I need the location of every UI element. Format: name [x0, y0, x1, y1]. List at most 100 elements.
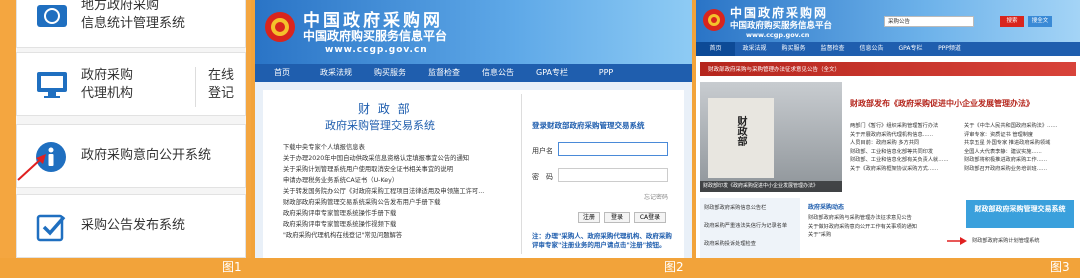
- fulltext-search-button[interactable]: 搜全文: [1028, 16, 1052, 27]
- national-emblem-icon: [265, 12, 295, 42]
- quick-link[interactable]: 政府采购投诉处理检查: [704, 240, 796, 249]
- news-link[interactable]: 关于《政府采购框架协议采购方式……: [850, 165, 962, 174]
- notice-link[interactable]: 政府采购评审专家管理系统操作视频下载: [283, 219, 519, 230]
- nav-item[interactable]: 监督检查: [813, 42, 852, 56]
- notice-link[interactable]: 关于办理2020年中国自动供政采信息资格认定填报事宜公告的通知: [283, 153, 519, 164]
- system-title: 政府采购管理交易系统: [325, 119, 435, 132]
- site-logo-subtitle: 中国政府购买服务信息平台: [730, 21, 833, 31]
- nav-item[interactable]: GPA专栏: [525, 64, 579, 82]
- notice-link[interactable]: 下载中央专家个人填报信息表: [283, 142, 519, 153]
- figure-2-panel: 中国政府采购网 中国政府购买服务信息平台 www.ccgp.gov.cn 首页 …: [255, 0, 692, 258]
- red-pointer-arrow: [17, 154, 46, 181]
- news-link[interactable]: 两部门《暂行》组织采购管理暂行办法: [850, 122, 962, 131]
- nav-item[interactable]: 政采法规: [735, 42, 774, 56]
- quick-link[interactable]: 政府采购严重违法失信行为记录名单: [704, 222, 796, 231]
- card-agency-registration[interactable]: 政府采购 代理机构 在线 登记: [16, 52, 246, 116]
- login-box: 登录财政部政府采购管理交易系统 用户名 密 码 忘记密码 注册 登录 CA登录 …: [521, 94, 679, 254]
- news-link[interactable]: 财政部将积极推进政府采购工作……: [964, 156, 1076, 165]
- news-list-left: 两部门《暂行》组织采购管理暂行办法 关于开展政府采购代理机构信息…… 人员目前：…: [850, 122, 962, 174]
- news-photo[interactable]: 财政部 财政部印发《政府采购促进中小企业发展管理办法》: [700, 82, 842, 192]
- side-line1: 在线: [208, 68, 235, 83]
- nav-item[interactable]: 政采法规: [309, 64, 363, 82]
- monitor-icon: [37, 72, 67, 98]
- site-header: 中国政府采购网 中国政府购买服务信息平台 www.ccgp.gov.cn: [255, 0, 692, 64]
- site-url: www.ccgp.gov.cn: [746, 31, 810, 39]
- dynamics-title: 政府采购动态: [808, 204, 845, 211]
- news-link[interactable]: 关于《中华人民共和国政府采购法》……: [964, 122, 1076, 131]
- ca-login-button[interactable]: CA登录: [634, 212, 666, 223]
- red-pointer-arrow: [947, 237, 967, 245]
- figure-3-panel: 中国政府采购网 中国政府购买服务信息平台 www.ccgp.gov.cn 采购公…: [696, 0, 1080, 258]
- site-header: 中国政府采购网 中国政府购买服务信息平台 www.ccgp.gov.cn 采购公…: [696, 0, 1080, 42]
- card0-title-line2: 信息统计管理系统: [81, 16, 186, 31]
- news-link[interactable]: 财政部、工业和信息化部有关负责人就……: [850, 156, 962, 165]
- announcement-banner[interactable]: 财政部政府采购与采购管理办法征求意见公告（全文）: [700, 62, 1076, 76]
- planning-system-link[interactable]: 财政部政府采购计划管理系统: [972, 237, 1076, 246]
- notice-link[interactable]: 申请办理税务业务系统CA证书（U-Key）: [283, 175, 519, 186]
- headline-link[interactable]: 财政部发布《政府采购促进中小企业发展管理办法》: [850, 98, 1034, 109]
- nav-item[interactable]: 首页: [255, 64, 309, 82]
- main-nav: 首页 政采法规 购买服务 监督检查 信息公告 GPA专栏 PPP: [255, 64, 692, 82]
- card3-title: 采购公告发布系统: [81, 218, 186, 233]
- figure-1-panel: 地方政府采购 信息统计管理系统 政府采购 代理机构 在线 登记 政府采购意向公开…: [0, 0, 251, 258]
- notice-link[interactable]: "政府采购代理机构在线登记"常见问题解答: [283, 230, 519, 241]
- nav-item[interactable]: 信息公告: [471, 64, 525, 82]
- globe-monitor-icon: [37, 5, 67, 27]
- news-link[interactable]: 评审专家：资质证书 管理制度: [964, 131, 1076, 140]
- nav-item[interactable]: 购买服务: [363, 64, 417, 82]
- dynamics-link[interactable]: 关于做好政府采购意向公开工作有关事项的通知: [808, 223, 958, 232]
- forgot-password-link[interactable]: 忘记密码: [644, 192, 668, 201]
- login-button[interactable]: 登录: [604, 212, 630, 223]
- nav-item[interactable]: 信息公告: [852, 42, 891, 56]
- news-link[interactable]: 关于开展政府采购代理机构信息……: [850, 131, 962, 140]
- card-intention-disclosure-system[interactable]: 政府采购意向公开系统: [16, 124, 246, 188]
- card-announcement-publishing-system[interactable]: 采购公告发布系统: [16, 194, 246, 258]
- dynamics-link[interactable]: 财政部政府采购与采购管理办法征求意见公告: [808, 214, 958, 223]
- notice-link[interactable]: 关于转发国务院办公厅《对政府采购工程项目法律适用及申领施工许可...: [283, 186, 519, 197]
- news-link[interactable]: 全国人大代表李静：建议实施……: [964, 148, 1076, 157]
- content-card: 财 政 部 政府采购管理交易系统 下载中央专家个人填报信息表 关于办理2020年…: [263, 90, 684, 258]
- news-link[interactable]: 共享五星 外国专家 推进政府采购领域: [964, 139, 1076, 148]
- card1-title-line2: 代理机构: [81, 86, 134, 101]
- news-link[interactable]: 财政部召开政府采购业务培训班……: [964, 165, 1076, 174]
- notice-link[interactable]: 财政部政府采购管理交易系统采购公告发布用户手册下载: [283, 197, 519, 208]
- nav-item[interactable]: 购买服务: [774, 42, 813, 56]
- system-card-list: 地方政府采购 信息统计管理系统 政府采购 代理机构 在线 登记 政府采购意向公开…: [16, 0, 246, 258]
- news-link[interactable]: 人员目前：政府采购 多方共同: [850, 139, 962, 148]
- photo-caption: 财政部印发《政府采购促进中小企业发展管理办法》: [700, 181, 842, 192]
- password-input[interactable]: [558, 168, 668, 182]
- register-button[interactable]: 注册: [578, 212, 600, 223]
- username-input[interactable]: [558, 142, 668, 156]
- banner-text: 财政部政府采购与采购管理办法征求意见公告（全文）: [708, 67, 841, 73]
- figure-3-caption: 图3: [1050, 260, 1070, 274]
- notice-link[interactable]: 关于采购计划管理系统用户使用取消安全证书相关事宜的说明: [283, 164, 519, 175]
- card2-title: 政府采购意向公开系统: [81, 148, 212, 163]
- side-line2: 登记: [208, 86, 235, 101]
- figure-2-caption: 图2: [664, 260, 684, 274]
- card1-title-line1: 政府采购: [81, 68, 134, 83]
- site-logo-subtitle: 中国政府购买服务信息平台: [303, 29, 448, 43]
- national-emblem-icon: [703, 9, 725, 31]
- nav-item[interactable]: 监督检查: [417, 64, 471, 82]
- search-button[interactable]: 搜索: [1000, 16, 1024, 27]
- news-list-right: 关于《中华人民共和国政府采购法》…… 评审专家：资质证书 管理制度 共享五星 外…: [964, 122, 1076, 174]
- notice-list: 下载中央专家个人填报信息表 关于办理2020年中国自动供政采信息资格认定填报事宜…: [283, 142, 519, 241]
- online-registration-link[interactable]: 在线 登记: [195, 67, 234, 107]
- nav-item[interactable]: PPP频道: [930, 42, 969, 56]
- page-body: 财 政 部 政府采购管理交易系统 下载中央专家个人填报信息表 关于办理2020年…: [255, 82, 692, 258]
- card0-title-line1: 地方政府采购: [81, 0, 160, 13]
- dynamics-link[interactable]: 关于"采购: [808, 231, 958, 240]
- quick-link[interactable]: 财政部政府采购信息公告栏: [704, 204, 796, 213]
- trading-system-button[interactable]: 财政部政府采购管理交易系统: [966, 200, 1074, 228]
- nav-item[interactable]: GPA专栏: [891, 42, 930, 56]
- dept-title: 财 政 部: [358, 102, 412, 116]
- nav-item[interactable]: PPP: [579, 64, 633, 82]
- site-url: www.ccgp.gov.cn: [325, 45, 428, 55]
- notice-link[interactable]: 政府采购评审专家管理系统操作手册下载: [283, 208, 519, 219]
- username-label: 用户名: [532, 147, 553, 155]
- news-link[interactable]: 财政部、工业和信息化部等共同印发: [850, 148, 962, 157]
- card-local-procurement-statistics[interactable]: 地方政府采购 信息统计管理系统: [16, 0, 246, 48]
- ministry-sign: 财政部: [735, 116, 746, 146]
- search-category-select[interactable]: 采购公告: [884, 16, 974, 27]
- nav-item-home[interactable]: 首页: [696, 42, 735, 56]
